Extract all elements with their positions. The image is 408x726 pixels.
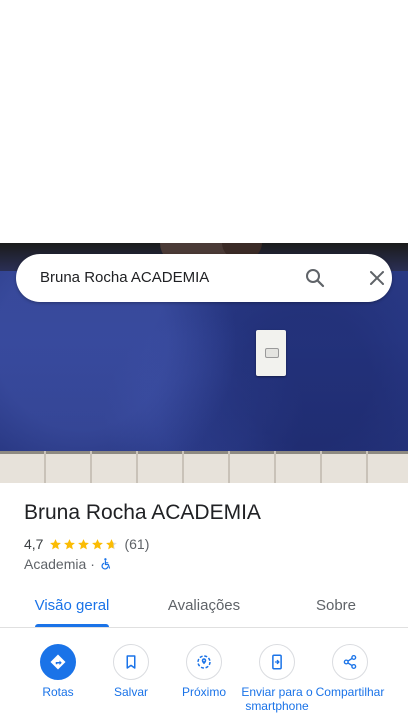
directions-icon — [50, 654, 66, 670]
action-buttons: Rotas Salvar Próximo Enviar para o smart… — [0, 644, 408, 726]
share-icon — [343, 654, 357, 670]
search-bar[interactable]: Bruna Rocha ACADEMIA — [16, 254, 392, 302]
review-count[interactable]: (61) — [124, 536, 149, 552]
star-icon — [92, 538, 104, 549]
search-icon[interactable] — [303, 266, 327, 290]
active-tab-indicator — [35, 624, 109, 627]
rating-value: 4,7 — [24, 536, 44, 552]
nearby-icon — [197, 655, 211, 669]
category-row: Academia · — [24, 555, 113, 573]
star-rating — [49, 538, 119, 551]
share-button[interactable]: Compartilhar — [312, 644, 388, 699]
tab-overview[interactable]: Visão geral — [24, 583, 120, 627]
send-to-phone-button[interactable]: Enviar para o smartphone — [239, 644, 315, 713]
tab-reviews[interactable]: Avaliações — [156, 583, 252, 627]
nearby-label: Próximo — [181, 685, 226, 699]
star-icon — [78, 538, 90, 549]
close-icon[interactable] — [365, 266, 389, 290]
nearby-button[interactable]: Próximo — [166, 644, 242, 699]
wheelchair-accessible-icon — [101, 558, 111, 570]
rating-row[interactable]: 4,7 (61) — [24, 535, 149, 553]
category-separator: · — [90, 556, 95, 572]
place-category: Academia — [24, 556, 87, 572]
place-tabs: Visão geral Avaliações Sobre — [0, 583, 408, 628]
star-icon — [64, 538, 76, 549]
save-button[interactable]: Salvar — [93, 644, 169, 699]
save-label: Salvar — [113, 685, 148, 699]
share-label: Compartilhar — [315, 685, 385, 699]
star-icon — [50, 538, 62, 549]
directions-label: Rotas — [42, 685, 74, 699]
star-icon — [106, 538, 118, 549]
search-input[interactable]: Bruna Rocha ACADEMIA — [40, 269, 209, 286]
floor-tiles — [0, 451, 408, 483]
directions-button[interactable]: Rotas — [20, 644, 96, 699]
place-title: Bruna Rocha ACADEMIA — [24, 501, 261, 524]
map-blank-area — [0, 0, 408, 243]
send-to-phone-icon — [272, 654, 282, 670]
wall-outlet — [256, 330, 286, 376]
bookmark-icon — [126, 655, 136, 669]
send-to-phone-label: Enviar para o smartphone — [241, 685, 313, 713]
tab-about[interactable]: Sobre — [296, 583, 376, 627]
